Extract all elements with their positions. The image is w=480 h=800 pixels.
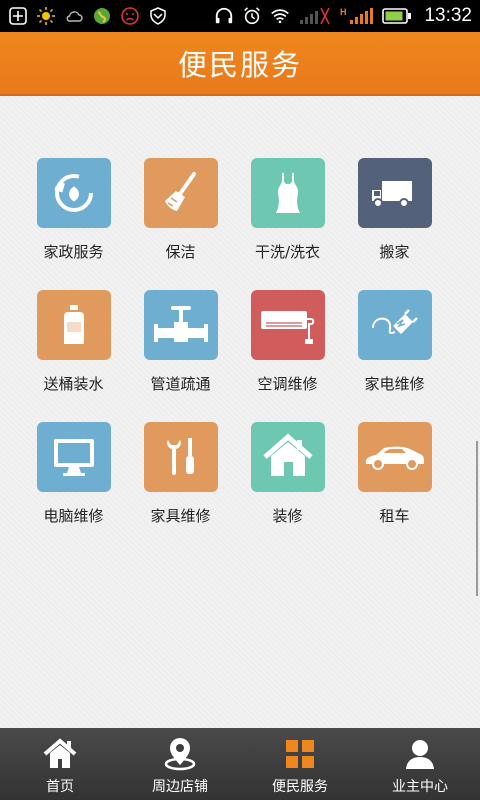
monitor-icon [36,422,111,492]
service-label: 保洁 [165,243,196,261]
service-label: 家具维修 [150,507,211,525]
svg-text:H: H [340,7,347,17]
service-label: 干洗/洗衣 [254,243,321,261]
clock-time: 13:32 [424,5,472,26]
service-furniture-repair[interactable]: 家具维修 [127,422,234,526]
headphones-icon [214,6,234,26]
service-appliance-repair[interactable]: 家电维修 [341,290,448,394]
tab-nearby-shops[interactable]: 周边店铺 [120,728,240,800]
service-cleaning[interactable]: 保洁 [127,158,234,262]
service-label: 搬家 [379,243,410,261]
service-label: 租车 [379,507,410,525]
tab-home[interactable]: 首页 [0,728,120,800]
car-icon [357,422,432,492]
person-icon [402,736,438,772]
tab-label: 业主中心 [392,779,448,795]
services-grid: 家政服务 保洁 干洗/洗衣 搬家 送桶装水 管道疏通 空调维修 家电维修 电脑维… [20,158,460,526]
tab-owner-center[interactable]: 业主中心 [360,728,480,800]
tab-label: 便民服务 [272,779,328,795]
wifi-icon [270,6,290,26]
services-panel: 家政服务 保洁 干洗/洗衣 搬家 送桶装水 管道疏通 空调维修 家电维修 电脑维… [0,96,480,728]
title-bar: 便民服务 [0,32,480,96]
pipe-valve-icon [143,290,218,360]
tools-icon [143,422,218,492]
service-label: 电脑维修 [43,507,104,525]
status-bar: H 13:32 [0,0,480,32]
service-label: 装修 [272,507,303,525]
service-pipe-unclogging[interactable]: 管道疏通 [127,290,234,394]
alarm-clock-icon [242,6,262,26]
service-ac-repair[interactable]: 空调维修 [234,290,341,394]
grid-icon [282,736,318,772]
add-icon [8,6,28,26]
service-bottled-water[interactable]: 送桶装水 [20,290,127,394]
service-renovation[interactable]: 装修 [234,422,341,526]
plug-icon [357,290,432,360]
service-label: 家政服务 [43,243,104,261]
dress-icon [250,158,325,228]
location-pin-icon [162,736,198,772]
broom-icon [143,158,218,228]
sun-icon [36,6,56,26]
tab-label: 周边店铺 [152,779,208,795]
service-computer-repair[interactable]: 电脑维修 [20,422,127,526]
scrollbar[interactable] [476,441,478,596]
tab-services[interactable]: 便民服务 [240,728,360,800]
truck-icon [357,158,432,228]
service-label: 空调维修 [257,375,318,393]
service-moving[interactable]: 搬家 [341,158,448,262]
service-label: 管道疏通 [150,375,211,393]
recycle-leaf-icon [36,158,111,228]
service-housekeeping[interactable]: 家政服务 [20,158,127,262]
service-label: 家电维修 [364,375,425,393]
service-car-rental[interactable]: 租车 [341,422,448,526]
home-icon [42,736,78,772]
sad-face-icon [120,6,140,26]
house-icon [250,422,325,492]
globe-icon [92,6,112,26]
bottom-tab-bar: 首页 周边店铺 便民服务 业主中心 [0,728,480,800]
cloud-icon [64,6,84,26]
page-title: 便民服务 [177,48,302,82]
service-label: 送桶装水 [43,375,104,393]
signal-icon [298,6,332,26]
shield-icon [148,6,168,26]
service-dry-cleaning[interactable]: 干洗/洗衣 [234,158,341,262]
battery-icon [382,6,412,26]
air-conditioner-icon [250,290,325,360]
signal-h-icon: H [340,6,374,26]
water-bottle-icon [36,290,111,360]
tab-label: 首页 [46,779,74,795]
